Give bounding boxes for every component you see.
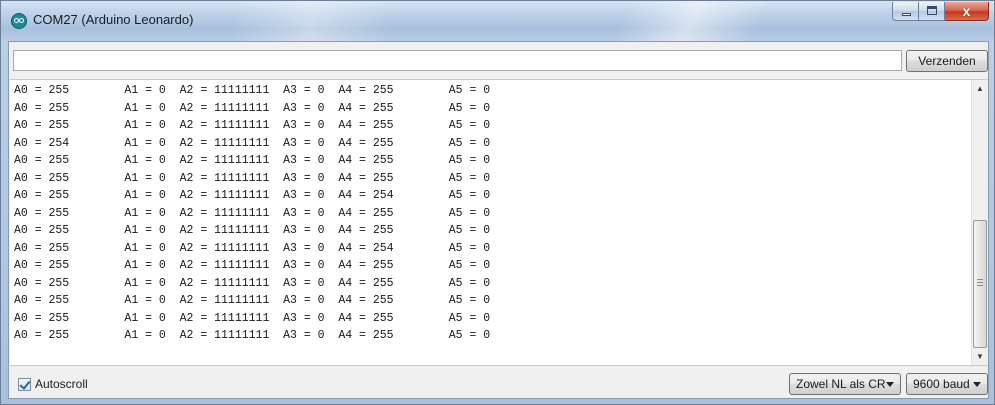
scrollbar-thumb[interactable] <box>973 220 987 348</box>
serial-output-line: A0 = 255 A1 = 0 A2 = 11111111 A3 = 0 A4 … <box>14 311 491 325</box>
serial-output-line: A0 = 255 A1 = 0 A2 = 11111111 A3 = 0 A4 … <box>14 294 491 307</box>
serial-output-line: A0 = 255 A1 = 0 A2 = 11111111 A3 = 0 A4 … <box>14 119 491 132</box>
baud-rate-value: 9600 baud <box>913 377 970 391</box>
title-bar[interactable]: COM27 (Arduino Leonardo) x <box>1 1 994 41</box>
serial-output-line: A0 = 255 A1 = 0 A2 = 11111111 A3 = 0 A4 … <box>14 206 491 220</box>
chevron-down-icon <box>973 382 981 387</box>
serial-output-line: A0 = 255 A1 = 0 A2 = 11111111 A3 = 0 A4 … <box>14 84 491 97</box>
close-icon: x <box>962 3 971 19</box>
minimize-icon <box>902 13 911 16</box>
autoscroll-checkbox[interactable] <box>18 377 31 391</box>
bottom-bar: Autoscroll Zowel NL als CR 9600 baud <box>9 365 988 398</box>
chevron-down-icon <box>886 382 894 387</box>
serial-output-lines: A0 = 255 A1 = 0 A2 = 11111111 A3 = 0 A4 … <box>14 82 490 345</box>
serial-output-line: A0 = 255 A1 = 0 A2 = 11111111 A3 = 0 A4 … <box>14 224 491 237</box>
scrollbar-grip-icon <box>977 279 983 286</box>
serial-output[interactable]: A0 = 255 A1 = 0 A2 = 11111111 A3 = 0 A4 … <box>10 79 988 366</box>
minimize-button[interactable] <box>892 2 919 21</box>
autoscroll-toggle[interactable]: Autoscroll <box>18 377 88 391</box>
maximize-icon <box>927 6 937 15</box>
maximize-button[interactable] <box>919 2 945 21</box>
line-ending-value: Zowel NL als CR <box>796 377 886 391</box>
send-button[interactable]: Verzenden <box>906 50 988 72</box>
window-controls: x <box>892 2 989 22</box>
autoscroll-label: Autoscroll <box>35 377 88 391</box>
arduino-logo-icon <box>11 13 27 29</box>
baud-rate-select[interactable]: 9600 baud <box>906 373 988 395</box>
serial-output-line: A0 = 255 A1 = 0 A2 = 11111111 A3 = 0 A4 … <box>14 259 491 272</box>
serial-output-line: A0 = 255 A1 = 0 A2 = 11111111 A3 = 0 A4 … <box>14 154 491 167</box>
scroll-up-arrow-icon[interactable]: ▲ <box>972 80 988 97</box>
line-ending-select[interactable]: Zowel NL als CR <box>789 373 901 395</box>
serial-output-line: A0 = 255 A1 = 0 A2 = 11111111 A3 = 0 A4 … <box>14 171 491 185</box>
send-input[interactable] <box>13 50 902 71</box>
serial-output-line: A0 = 255 A1 = 0 A2 = 11111111 A3 = 0 A4 … <box>14 329 491 342</box>
serial-monitor-content: Verzenden A0 = 255 A1 = 0 A2 = 11111111 … <box>8 41 989 399</box>
serial-output-line: A0 = 254 A1 = 0 A2 = 11111111 A3 = 0 A4 … <box>14 136 491 150</box>
window-title: COM27 (Arduino Leonardo) <box>33 12 194 27</box>
serial-output-line: A0 = 255 A1 = 0 A2 = 11111111 A3 = 0 A4 … <box>14 276 491 290</box>
scroll-down-arrow-icon[interactable]: ▼ <box>972 348 988 365</box>
close-button[interactable]: x <box>945 2 989 21</box>
vertical-scrollbar[interactable]: ▲ ▼ <box>971 80 988 365</box>
serial-output-line: A0 = 255 A1 = 0 A2 = 11111111 A3 = 0 A4 … <box>14 189 491 202</box>
serial-monitor-window: COM27 (Arduino Leonardo) x Verzenden A0 … <box>0 0 995 405</box>
serial-output-line: A0 = 255 A1 = 0 A2 = 11111111 A3 = 0 A4 … <box>14 101 491 115</box>
serial-output-line: A0 = 255 A1 = 0 A2 = 11111111 A3 = 0 A4 … <box>14 241 491 255</box>
